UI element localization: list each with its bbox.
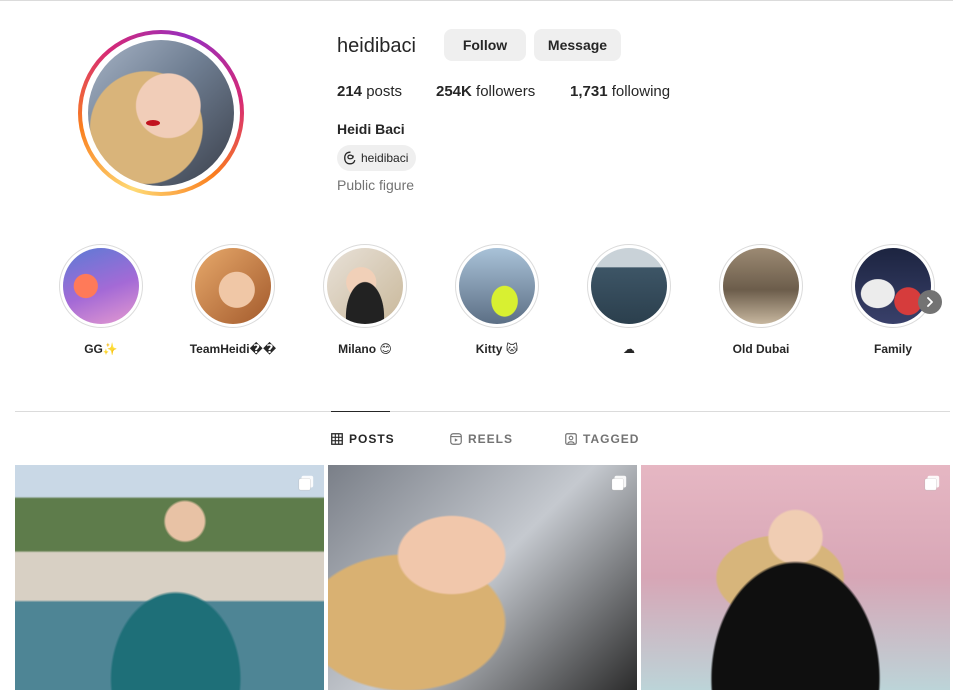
tab-tagged-label: TAGGED — [583, 432, 640, 446]
post-thumbnail[interactable] — [15, 465, 324, 690]
carousel-icon — [298, 475, 314, 491]
followers-label: followers — [476, 83, 536, 100]
tab-posts[interactable]: POSTS — [331, 432, 395, 446]
highlight-cover — [195, 248, 271, 324]
tabs-divider — [15, 411, 950, 412]
highlight-cover — [459, 248, 535, 324]
highlight-cover — [63, 248, 139, 324]
highlight-milano[interactable]: Milano 😊 — [315, 244, 415, 356]
avatar-photo — [88, 40, 234, 186]
highlights-next-button[interactable] — [918, 290, 942, 314]
carousel-icon — [924, 475, 940, 491]
highlight-label: ☁ — [623, 342, 635, 356]
highlight-label: Family — [873, 342, 912, 356]
highlight-gg[interactable]: GG✨ — [51, 244, 151, 356]
reels-icon — [450, 433, 462, 445]
grid-icon — [331, 433, 343, 445]
threads-link[interactable]: heidibaci — [337, 145, 417, 171]
followers-count: 254K — [436, 83, 472, 100]
followers-stat[interactable]: 254K followers — [436, 83, 535, 100]
highlight-label: Old Dubai — [732, 342, 790, 356]
highlight-label: TeamHeidi�� — [189, 342, 277, 356]
following-stat[interactable]: 1,731 following — [570, 83, 670, 100]
tab-tagged[interactable]: TAGGED — [565, 432, 639, 446]
follow-button[interactable]: Follow — [444, 29, 526, 61]
profile-avatar[interactable] — [78, 30, 244, 196]
chevron-right-icon — [927, 297, 933, 307]
threads-icon — [344, 151, 356, 165]
highlight-cover — [591, 248, 667, 324]
highlight-old-dubai[interactable]: Old Dubai — [711, 244, 811, 356]
posts-stat: 214 posts — [337, 83, 402, 100]
posts-label: posts — [366, 83, 403, 100]
posts-count: 214 — [337, 83, 363, 100]
tab-reels-label: REELS — [468, 432, 514, 446]
highlight-cover — [855, 248, 931, 324]
highlight-cloud[interactable]: ☁ — [579, 244, 679, 356]
tab-reels[interactable]: REELS — [450, 432, 513, 446]
tab-posts-label: POSTS — [349, 432, 395, 446]
top-border — [0, 0, 953, 3]
highlight-label: Milano 😊 — [338, 342, 392, 356]
post-thumbnail[interactable] — [328, 465, 637, 690]
highlight-teamheidi[interactable]: TeamHeidi�� — [183, 244, 283, 356]
highlight-label: Kitty 🐱 — [475, 342, 519, 356]
profile-full-name: Heidi Baci — [337, 121, 405, 137]
message-button[interactable]: Message — [534, 29, 621, 61]
following-count: 1,731 — [570, 83, 608, 100]
threads-handle: heidibaci — [361, 151, 409, 165]
tagged-icon — [565, 433, 577, 445]
carousel-icon — [611, 475, 627, 491]
active-tab-indicator — [331, 411, 390, 412]
highlight-label: GG✨ — [84, 342, 118, 356]
following-label: following — [611, 83, 671, 100]
post-thumbnail[interactable] — [641, 465, 950, 690]
profile-username: heidibaci — [337, 35, 416, 57]
highlight-cover — [327, 248, 403, 324]
highlight-cover — [723, 248, 799, 324]
profile-category: Public figure — [337, 177, 415, 193]
highlight-kitty[interactable]: Kitty 🐱 — [447, 244, 547, 356]
